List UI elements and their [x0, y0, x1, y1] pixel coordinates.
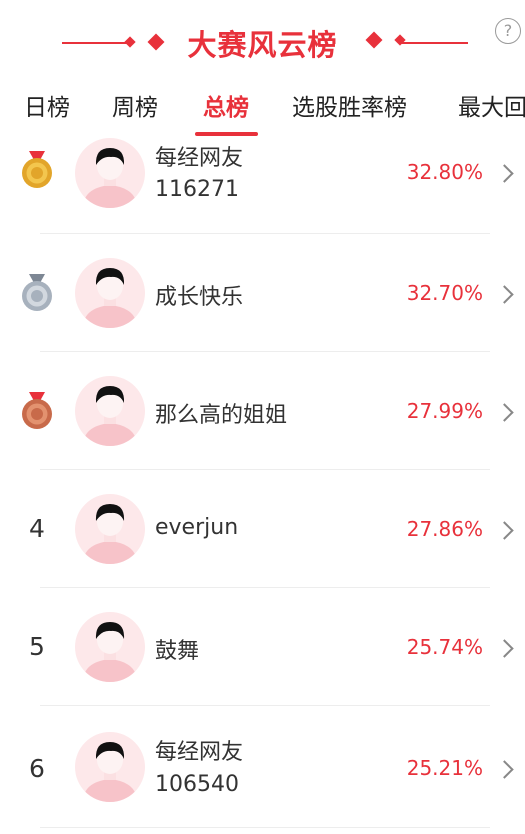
divider	[40, 827, 490, 828]
avatar	[75, 494, 145, 564]
rank-number: 5	[29, 632, 45, 661]
rank-number: 6	[29, 754, 45, 783]
rank-number: 4	[29, 514, 45, 543]
bronze-medal-icon	[22, 392, 52, 429]
chevron-right-icon	[495, 285, 514, 304]
win-rate: 32.80%	[406, 160, 483, 184]
list-item[interactable]: 成长快乐 32.70%	[0, 234, 525, 352]
user-name-line2: 116271	[155, 177, 239, 202]
user-name: 鼓舞	[155, 639, 200, 664]
win-rate: 25.74%	[406, 635, 483, 659]
chevron-right-icon	[495, 403, 514, 422]
avatar	[75, 612, 145, 682]
chevron-right-icon	[495, 164, 514, 183]
list-item[interactable]: 4 everjun 27.86%	[0, 470, 525, 588]
list-item[interactable]: 5 鼓舞 25.74%	[0, 588, 525, 706]
user-name: everjun	[155, 515, 239, 540]
title-right-line	[400, 42, 468, 44]
chevron-right-icon	[495, 521, 514, 540]
list-item[interactable]: 那么高的姐姐 27.99%	[0, 352, 525, 470]
chevron-right-icon	[495, 639, 514, 658]
gold-medal-icon	[22, 151, 52, 188]
win-rate: 25.21%	[406, 756, 483, 780]
help-icon[interactable]: ?	[495, 18, 521, 44]
list-item[interactable]: 每经网友 116271 32.80%	[0, 116, 525, 234]
avatar	[75, 732, 145, 802]
win-rate: 27.86%	[406, 517, 483, 541]
user-name: 成长快乐	[155, 285, 244, 310]
user-name: 每经网友	[155, 146, 244, 171]
user-name: 每经网友	[155, 740, 244, 765]
avatar	[75, 258, 145, 328]
avatar	[75, 376, 145, 446]
header: 大赛风云榜 ?	[0, 0, 525, 80]
user-name-line2: 106540	[155, 772, 239, 797]
win-rate: 32.70%	[406, 281, 483, 305]
win-rate: 27.99%	[406, 399, 483, 423]
avatar	[75, 138, 145, 208]
user-name: 那么高的姐姐	[155, 403, 288, 428]
silver-medal-icon	[22, 274, 52, 311]
chevron-right-icon	[495, 760, 514, 779]
list-item[interactable]: 6 每经网友 106540 25.21%	[0, 706, 525, 834]
